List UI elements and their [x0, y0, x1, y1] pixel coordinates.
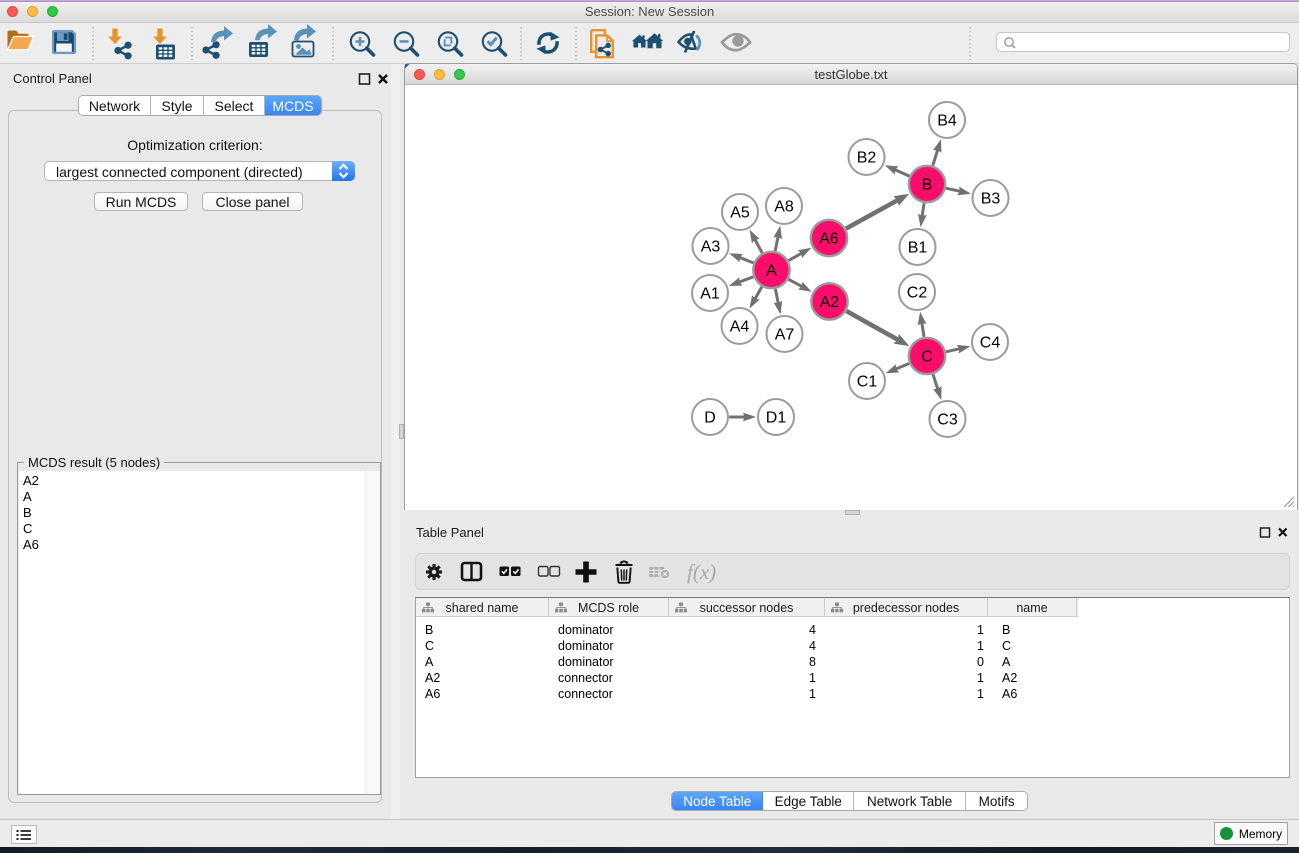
svg-text:B1: B1 [908, 240, 928, 257]
svg-text:B3: B3 [981, 191, 1001, 208]
svg-text:C1: C1 [857, 374, 878, 391]
svg-text:A: A [766, 263, 777, 280]
svg-text:A4: A4 [730, 319, 750, 336]
svg-text:A2: A2 [820, 294, 840, 311]
svg-text:D1: D1 [766, 410, 787, 427]
svg-text:A6: A6 [819, 231, 839, 248]
svg-text:C3: C3 [937, 412, 958, 429]
svg-text:C2: C2 [907, 285, 928, 302]
svg-text:B4: B4 [937, 113, 957, 130]
svg-text:D: D [704, 410, 716, 427]
svg-text:A3: A3 [701, 239, 721, 256]
svg-text:C: C [921, 349, 933, 366]
svg-text:A8: A8 [774, 199, 794, 216]
svg-text:f(x): f(x) [687, 560, 716, 584]
svg-text:A7: A7 [775, 327, 795, 344]
svg-text:A5: A5 [730, 205, 750, 222]
svg-text:B: B [922, 177, 933, 194]
svg-text:B2: B2 [857, 150, 877, 167]
svg-text:C4: C4 [980, 335, 1001, 352]
svg-text:A1: A1 [700, 286, 720, 303]
